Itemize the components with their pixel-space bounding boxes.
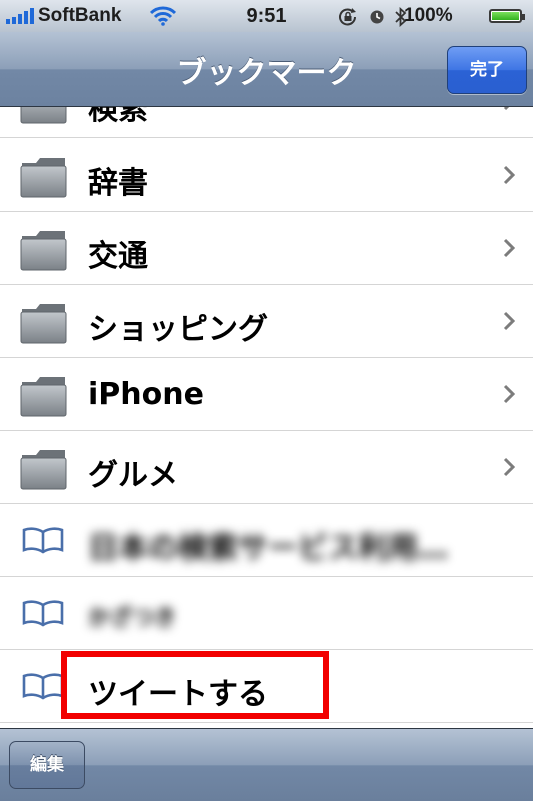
list-item-folder[interactable]: iPhone [0,358,533,431]
list-item-folder[interactable]: 検索 [0,107,533,138]
list-item-folder[interactable]: 辞書 [0,139,533,212]
status-time: 9:51 [246,5,287,27]
list-item-label: 日本の検索サービス利用… [88,531,448,566]
chevron-right-icon [503,107,510,111]
status-bar: SoftBank 9:51 100% [0,0,533,32]
list-item-label: 辞書 [88,166,148,201]
list-item-folder[interactable]: ショッピング [0,285,533,358]
done-button[interactable]: 完了 [447,46,527,94]
chevron-right-icon [503,384,515,404]
navigation-bar: ブックマーク 完了 [0,32,533,107]
folder-icon [20,231,67,271]
rotation-lock-icon [339,8,356,26]
list-item-label: iPhone [88,377,204,412]
folder-icon [20,304,67,344]
folder-icon [20,158,67,198]
battery-icon [489,9,525,23]
highlight-box [61,651,329,719]
chevron-right-icon [503,311,515,331]
chevron-right-icon [503,457,515,477]
list-item-label: 検索 [88,107,148,127]
edit-button[interactable]: 編集 [9,741,85,789]
alarm-icon [370,10,384,24]
battery-percent: 100% [404,5,453,26]
book-icon [22,673,64,700]
list-item-folder[interactable]: 交通 [0,212,533,285]
list-item-folder[interactable]: グルメ [0,431,533,504]
list-item-label: かざつき [88,606,177,631]
book-icon [22,527,64,554]
list-item-label: グルメ [88,458,178,493]
folder-icon [20,377,67,417]
folder-icon [20,107,67,124]
battery-fill [492,12,519,20]
chevron-right-icon [503,238,515,258]
book-icon [22,600,64,627]
list-item-bookmark[interactable]: 日本の検索サービス利用… [0,504,533,577]
list-item-label: 交通 [88,239,148,274]
bottom-toolbar: 編集 [0,728,533,801]
list-item-label: ショッピング [88,312,268,347]
folder-icon [20,450,67,490]
chevron-right-icon [503,165,515,185]
bookmark-list: 検索 辞書 交通 ショッピング iPhone グルメ 日本の検索サービス利用… … [0,107,533,728]
list-item-bookmark[interactable]: かざつき [0,577,533,650]
